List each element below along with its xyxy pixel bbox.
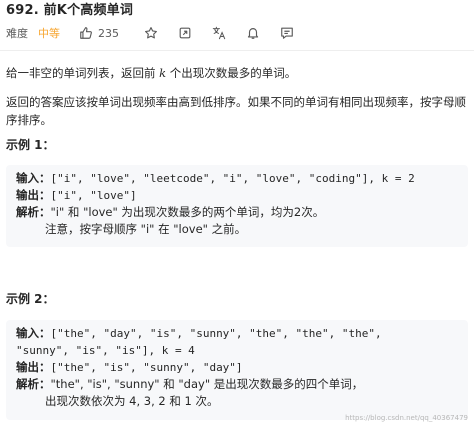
description-paragraph-2: 返回的答案应该按单词出现频率由高到低排序。如果不同的单词有相同出现频率，按字母顺… (6, 95, 466, 127)
example-2-input-row-continued: "sunny", "is", "is"], k = 4 (16, 342, 458, 359)
example-1-title: 示例 1： (6, 138, 55, 152)
problem-meta-bar: 难度 中等 235 (6, 24, 313, 42)
example-2-explain-row: 解析："the", "is", "sunny" 和 "day" 是出现次数最多的… (16, 376, 458, 393)
difficulty-badge: 中等 (38, 27, 60, 40)
example-2-output-row: 输出：["the", "is", "sunny", "day"] (16, 359, 458, 376)
input-value-continued: "sunny", "is", "is"], k = 4 (16, 344, 195, 357)
description-text: 个出现次数最多的单词。 (166, 66, 297, 80)
explain-value: "i" 和 "love" 为出现次数最多的两个单词，均为2次。 (50, 205, 325, 219)
watermark: https://blog.csdn.net/qq_40367479 (345, 414, 468, 422)
explain-label: 解析： (16, 377, 51, 391)
example-2-codebox: 输入：["the", "day", "is", "sunny", "the", … (6, 320, 468, 420)
example-1-output-row: 输出：["i", "love"] (16, 187, 458, 204)
comment-icon (281, 27, 293, 39)
problem-title: 692. 前K个高频单词 (6, 3, 134, 18)
example-1-explain-row: 解析："i" 和 "love" 为出现次数最多的两个单词，均为2次。 (16, 204, 458, 221)
example-1-codebox: 输入：["i", "love", "leetcode", "i", "love"… (6, 165, 468, 247)
translate-icon (212, 26, 226, 40)
example-2-note-row: 出现次数依次为 4, 3, 2 和 1 次。 (16, 393, 458, 410)
example-1-input-row: 输入：["i", "love", "leetcode", "i", "love"… (16, 170, 458, 187)
output-label: 输出： (16, 188, 51, 202)
explain-note: 注意，按字母顺序 "i" 在 "love" 之前。 (45, 222, 247, 236)
problem-page: 692. 前K个高频单词 难度 中等 235 给一非空的单词列表，返回前 k 个… (0, 0, 474, 428)
star-icon (145, 27, 157, 39)
output-label: 输出： (16, 360, 51, 374)
description-text: 给一非空的单词列表，返回前 (6, 66, 160, 80)
header-divider (0, 50, 474, 51)
translate-button[interactable] (211, 25, 227, 41)
output-value: ["i", "love"] (50, 189, 137, 202)
favorite-button[interactable] (143, 25, 159, 41)
description-paragraph-1: 给一非空的单词列表，返回前 k 个出现次数最多的单词。 (6, 64, 466, 82)
comment-button[interactable] (279, 25, 295, 41)
explain-value: "the", "is", "sunny" 和 "day" 是出现次数最多的四个单… (50, 377, 364, 391)
explain-note: 出现次数依次为 4, 3, 2 和 1 次。 (45, 394, 219, 408)
example-2-input-row: 输入：["the", "day", "is", "sunny", "the", … (16, 325, 458, 342)
share-button[interactable] (177, 25, 193, 41)
thumbs-up-icon (78, 25, 94, 41)
input-value: ["the", "day", "is", "sunny", "the", "th… (50, 327, 382, 340)
example-2-title: 示例 2： (6, 292, 55, 306)
difficulty-label: 难度 (6, 27, 28, 40)
example-1-note-row: 注意，按字母顺序 "i" 在 "love" 之前。 (16, 221, 458, 238)
bell-icon (247, 28, 259, 39)
notification-button[interactable] (245, 25, 261, 41)
input-label: 输入： (16, 326, 51, 340)
input-label: 输入： (16, 171, 51, 185)
output-value: ["the", "is", "sunny", "day"] (50, 361, 243, 374)
like-button[interactable]: 235 (78, 25, 119, 41)
explain-label: 解析： (16, 205, 51, 219)
share-icon (179, 27, 191, 39)
input-value: ["i", "love", "leetcode", "i", "love", "… (50, 172, 415, 185)
like-count: 235 (98, 26, 119, 40)
